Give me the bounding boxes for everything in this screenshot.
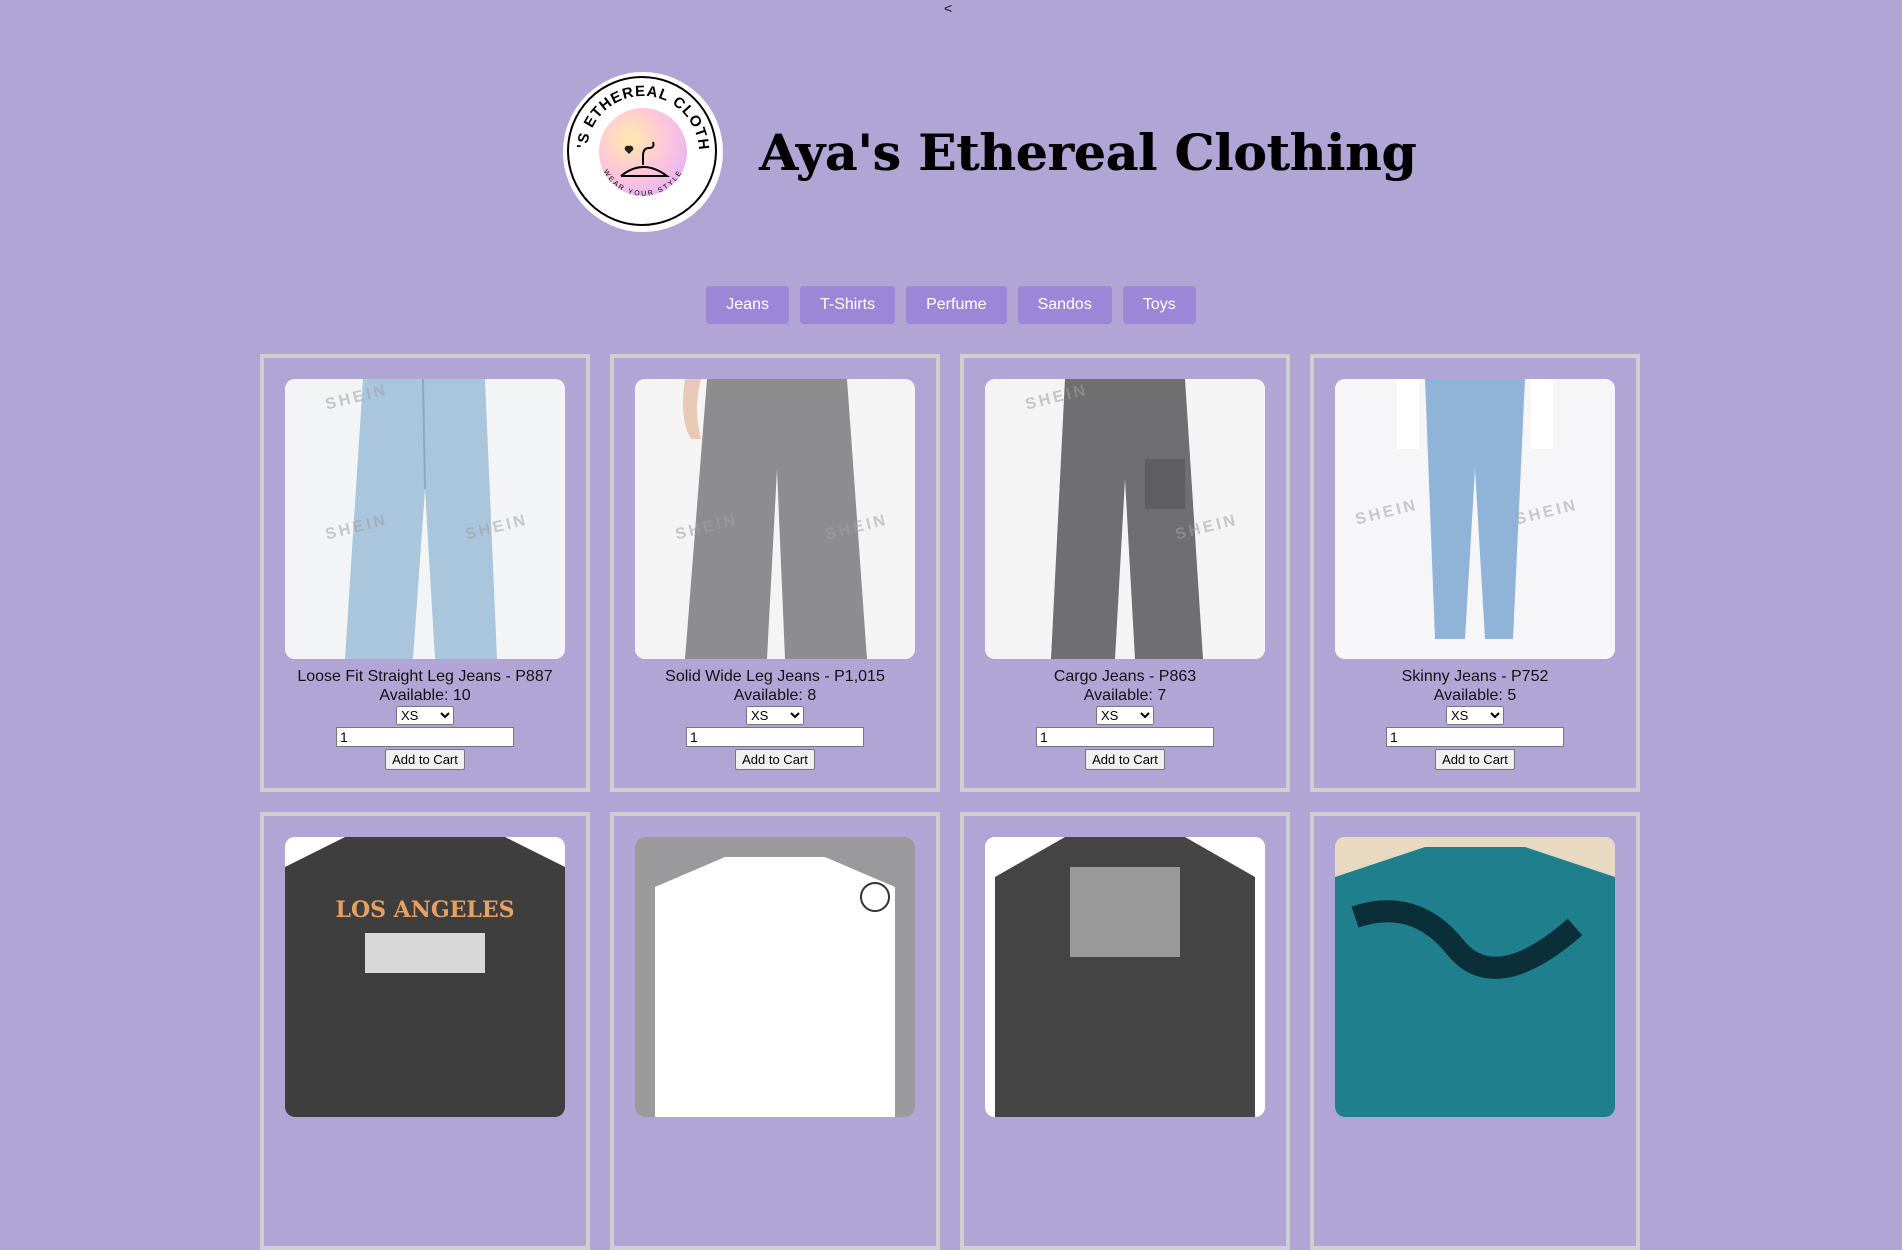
add-to-cart-button[interactable]: Add to Cart <box>1085 749 1165 770</box>
svg-text:LOS ANGELES: LOS ANGELES <box>335 897 514 923</box>
quantity-input[interactable] <box>1386 727 1564 747</box>
svg-text:WEAR YOUR STYLE: WEAR YOUR STYLE <box>602 169 685 198</box>
product-availability: Available: 10 <box>379 687 471 704</box>
product-image <box>635 837 915 1117</box>
product-availability: Available: 5 <box>1433 687 1517 704</box>
product-card <box>610 812 940 1250</box>
svg-text:AYA'S ETHEREAL CLOTHING: AYA'S ETHEREAL CLOTHING <box>563 72 712 151</box>
add-to-cart-button[interactable]: Add to Cart <box>735 749 815 770</box>
brand-logo: AYA'S ETHEREAL CLOTHING WEAR YOUR STYLE <box>563 72 723 232</box>
product-image: LOS ANGELES <box>285 837 565 1117</box>
product-card: LOS ANGELES <box>260 812 590 1250</box>
product-image: SHEIN SHEIN SHEIN <box>285 379 565 659</box>
add-to-cart-button[interactable]: Add to Cart <box>1435 749 1515 770</box>
product-name: Solid Wide Leg Jeans - P1,015 <box>665 668 885 685</box>
category-perfume-button[interactable]: Perfume <box>906 286 1007 324</box>
quantity-input[interactable] <box>686 727 864 747</box>
category-toys-button[interactable]: Toys <box>1122 286 1196 324</box>
size-select[interactable]: XS <box>1446 706 1504 725</box>
product-card: SHEIN SHEIN Solid Wide Leg Jeans - P1,01… <box>610 354 940 792</box>
category-jeans-button[interactable]: Jeans <box>706 286 789 324</box>
product-name: Skinny Jeans - P752 <box>1401 668 1549 685</box>
product-availability: Available: 8 <box>733 687 817 704</box>
product-image: SHEIN SHEIN <box>985 379 1265 659</box>
size-select[interactable]: XS <box>746 706 804 725</box>
product-name: Loose Fit Straight Leg Jeans - P887 <box>297 668 553 685</box>
product-card: SHEIN SHEIN Skinny Jeans - P752 Availabl… <box>1310 354 1640 792</box>
quantity-input[interactable] <box>1036 727 1214 747</box>
add-to-cart-button[interactable]: Add to Cart <box>385 749 465 770</box>
product-availability: Available: 7 <box>1083 687 1167 704</box>
product-card <box>1310 812 1640 1250</box>
product-card <box>960 812 1290 1250</box>
product-image <box>985 837 1265 1117</box>
product-grid: SHEIN SHEIN SHEIN Loose Fit Straight Leg… <box>260 354 1640 1250</box>
product-image: SHEIN SHEIN <box>1335 379 1615 659</box>
page-title: Aya's Ethereal Clothing <box>759 122 1417 182</box>
product-name: Cargo Jeans - P863 <box>1053 668 1197 685</box>
product-card: SHEIN SHEIN Cargo Jeans - P863 Available… <box>960 354 1290 792</box>
category-tshirts-button[interactable]: T-Shirts <box>799 286 896 324</box>
product-image: SHEIN SHEIN <box>635 379 915 659</box>
product-card: SHEIN SHEIN SHEIN Loose Fit Straight Leg… <box>260 354 590 792</box>
category-nav: Jeans T-Shirts Perfume Sandos Toys <box>0 286 1902 324</box>
product-image <box>1335 837 1615 1117</box>
size-select[interactable]: XS <box>1096 706 1154 725</box>
back-link[interactable]: < <box>944 0 952 16</box>
logo-text-top: AYA'S ETHEREAL CLOTHING <box>563 72 711 151</box>
size-select[interactable]: XS <box>396 706 454 725</box>
quantity-input[interactable] <box>336 727 514 747</box>
brand-header: AYA'S ETHEREAL CLOTHING WEAR YOUR STYLE … <box>563 72 1416 232</box>
logo-text-bottom: WEAR YOUR STYLE <box>602 169 683 198</box>
category-sandos-button[interactable]: Sandos <box>1017 286 1112 324</box>
